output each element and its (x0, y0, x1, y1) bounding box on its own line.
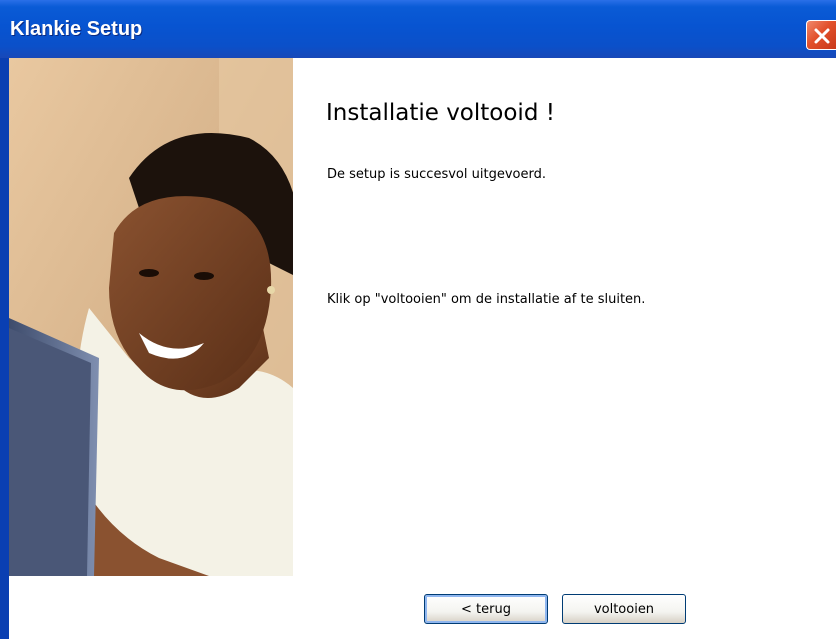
window-title: Klankie Setup (10, 18, 143, 40)
close-icon (814, 28, 830, 44)
title-bar[interactable]: Klankie Setup (0, 0, 836, 58)
page-title: Installatie voltooid ! (326, 100, 555, 126)
side-photo (9, 58, 293, 576)
setup-window: Klankie Setup Installatie voltooid ! De … (0, 0, 836, 639)
instruction-message: Klik op "voltooien" om de installatie af… (327, 292, 646, 307)
success-message: De setup is succesvol uitgevoerd. (327, 167, 546, 182)
back-button[interactable]: < terug (424, 594, 548, 624)
finish-button[interactable]: voltooien (562, 594, 686, 624)
window-left-border (0, 58, 9, 639)
close-button[interactable] (806, 20, 836, 50)
